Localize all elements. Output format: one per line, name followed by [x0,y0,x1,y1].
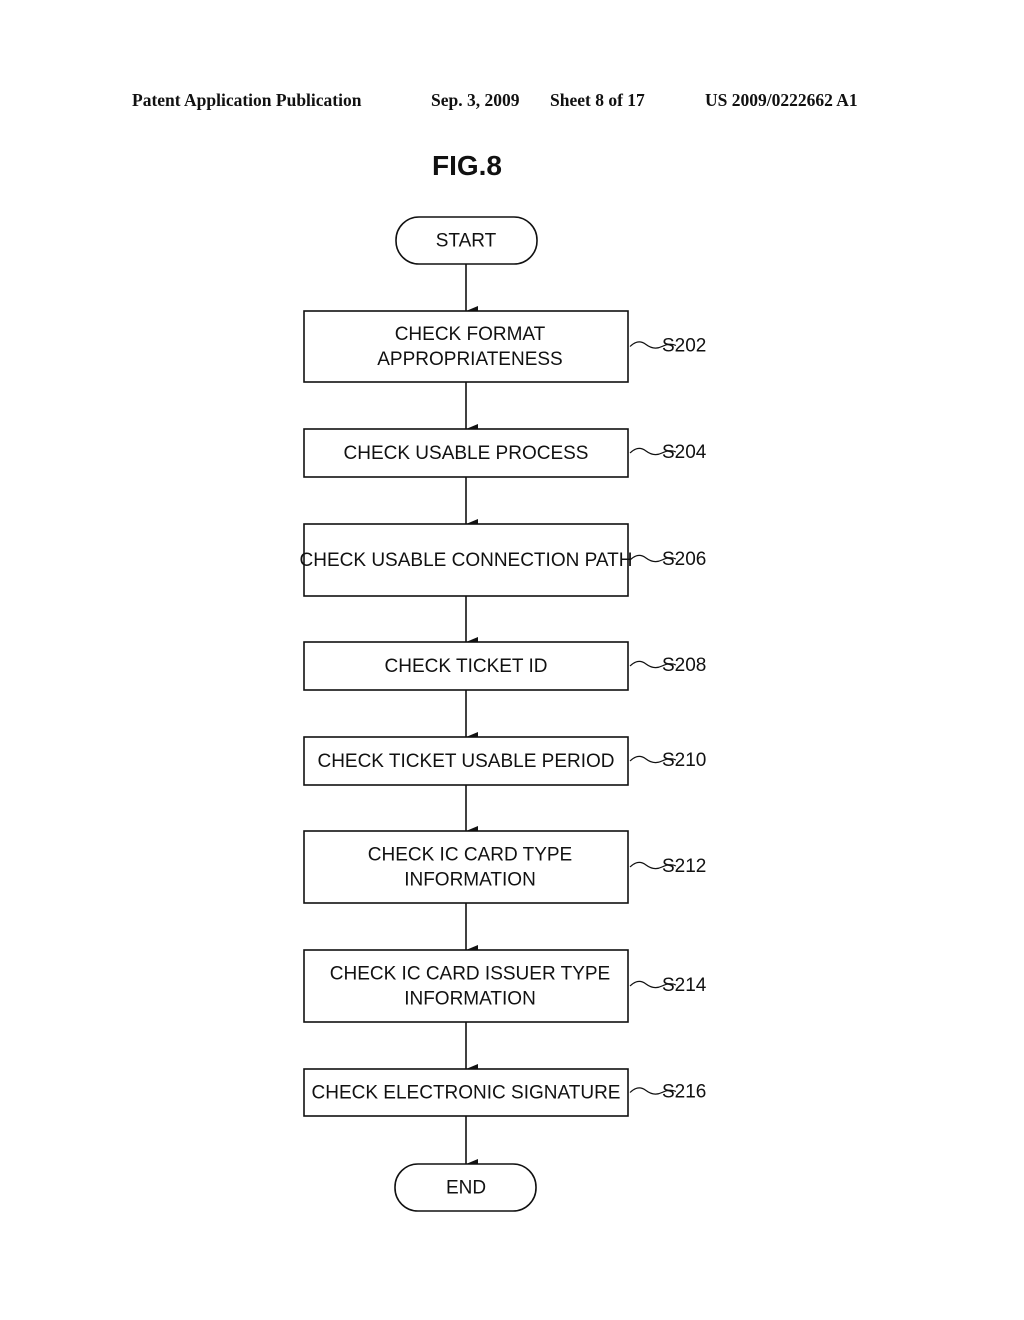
flowchart: START CHECK FORMAT APPROPRIATENESS S202 CHEC… [300,216,707,1212]
step-text: CHECK TICKET ID [385,656,548,677]
step-box-s214 [303,949,629,1023]
step-label-s214: S214 [662,975,707,996]
step-label-s212: S212 [662,856,706,877]
step-text: CHECK IC CARD TYPE [368,845,572,866]
step-label-s202: S202 [662,336,706,357]
step-text: CHECK IC CARD ISSUER TYPE [330,964,610,985]
step-label-s206: S206 [662,549,706,570]
step-box-s202 [303,310,629,383]
end-label: END [446,1178,486,1199]
step-text: CHECK FORMAT [395,324,546,345]
step-label-s210: S210 [662,750,706,771]
step-text: CHECK USABLE PROCESS [344,443,589,464]
step-text: CHECK ELECTRONIC SIGNATURE [312,1083,621,1104]
step-text: INFORMATION [404,870,536,891]
step-text: CHECK USABLE CONNECTION PATH [300,550,633,571]
start-label: START [436,231,497,252]
step-text: APPROPRIATENESS [377,349,562,370]
step-label-s208: S208 [662,655,706,676]
step-text: INFORMATION [404,989,536,1010]
step-text: CHECK TICKET USABLE PERIOD [317,751,614,772]
step-box-s212 [303,830,629,904]
step-label-s216: S216 [662,1082,706,1103]
step-label-s204: S204 [662,442,707,463]
